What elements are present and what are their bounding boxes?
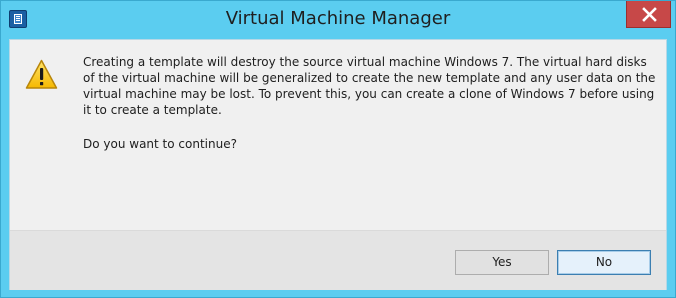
yes-button[interactable]: Yes bbox=[455, 250, 549, 275]
dialog-message: Creating a template will destroy the sou… bbox=[83, 54, 658, 118]
window-title: Virtual Machine Manager bbox=[225, 8, 451, 29]
dialog-body: Creating a template will destroy the sou… bbox=[9, 39, 667, 290]
title-bar[interactable]: Virtual Machine Manager bbox=[1, 1, 675, 39]
dialog-question: Do you want to continue? bbox=[83, 137, 237, 151]
close-button[interactable] bbox=[626, 1, 671, 28]
warning-icon bbox=[25, 59, 58, 89]
message-text: Creating a template will destroy the sou… bbox=[83, 55, 656, 117]
dialog-window: Virtual Machine Manager Creating a templ… bbox=[0, 0, 676, 298]
button-bar: Yes No bbox=[10, 230, 666, 290]
no-button[interactable]: No bbox=[557, 250, 651, 275]
close-icon bbox=[642, 7, 657, 22]
